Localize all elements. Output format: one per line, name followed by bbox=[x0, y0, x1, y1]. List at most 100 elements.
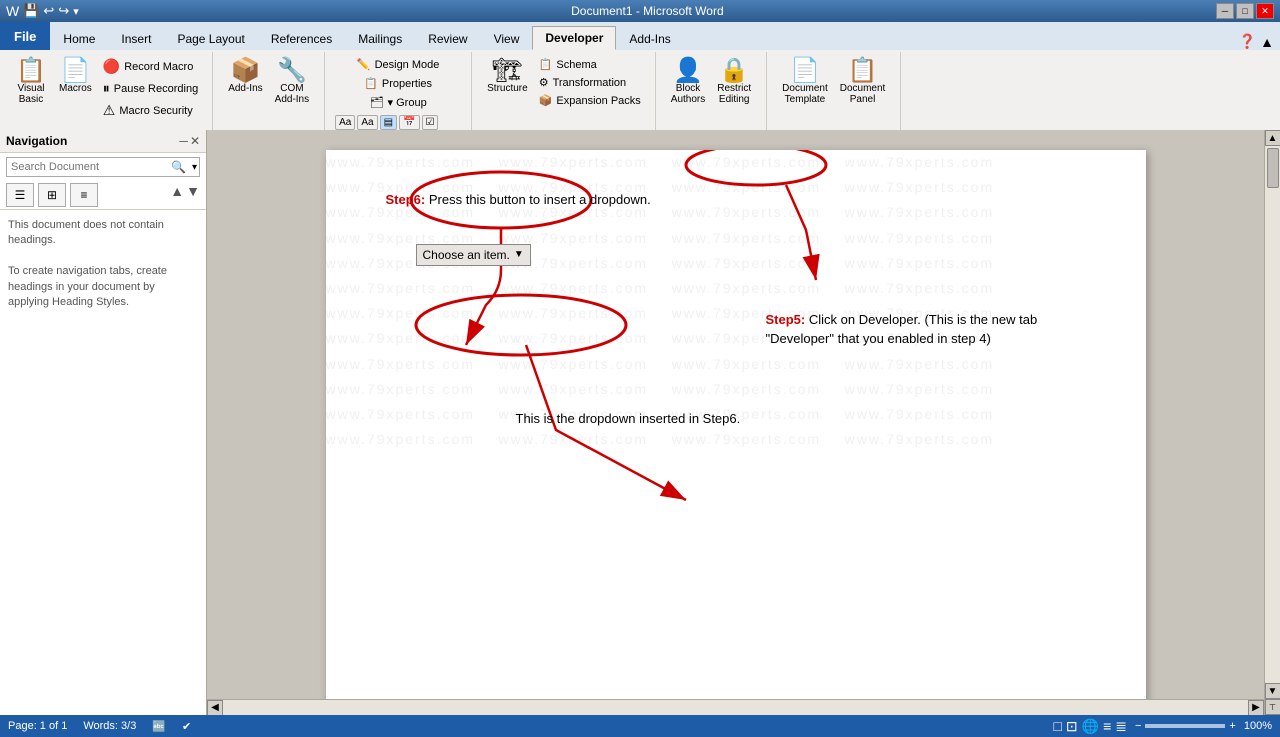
zoom-slider[interactable] bbox=[1145, 724, 1225, 728]
redo-btn[interactable]: ↪ bbox=[58, 3, 69, 19]
dropdown-arrow-icon: ▼ bbox=[514, 249, 524, 260]
com-icon: 🔧 bbox=[277, 59, 307, 83]
scroll-left-button[interactable]: ◀ bbox=[207, 700, 223, 716]
status-bar: Page: 1 of 1 Words: 3/3 🔤 ✔ □ ⊡ 🌐 ≡ ≣ − … bbox=[0, 715, 1280, 737]
tab-pagelayout[interactable]: Page Layout bbox=[164, 26, 257, 50]
zoom-level[interactable]: 100% bbox=[1244, 720, 1272, 732]
search-button[interactable]: 🔍 bbox=[167, 158, 190, 176]
restore-button[interactable]: □ bbox=[1236, 3, 1254, 19]
undo-btn[interactable]: ↩ bbox=[43, 3, 54, 19]
dropdown-container: Choose an item. ▼ bbox=[416, 240, 1086, 270]
macros-button[interactable]: 📄 Macros bbox=[54, 56, 97, 97]
text-control-button[interactable]: Aa bbox=[335, 115, 355, 130]
nav-up-arrow[interactable]: ▲ bbox=[170, 183, 184, 207]
group-button[interactable]: 🗂 ▾ Group bbox=[366, 94, 431, 111]
search-dropdown-arrow[interactable]: ▾ bbox=[190, 160, 199, 175]
text-control2-button[interactable]: Aa bbox=[357, 115, 377, 130]
tab-file[interactable]: File bbox=[0, 22, 50, 50]
tab-review[interactable]: Review bbox=[415, 26, 480, 50]
tab-insert[interactable]: Insert bbox=[108, 26, 164, 50]
transformation-icon: ⚙ bbox=[539, 76, 549, 89]
step6-line: Step6: Press this button to insert a dro… bbox=[386, 190, 1086, 210]
save-btn[interactable]: 💾 bbox=[23, 3, 39, 19]
document-panel-icon: 📋 bbox=[848, 59, 878, 83]
visual-basic-button[interactable]: 📋 VisualBasic bbox=[10, 56, 52, 108]
tab-references[interactable]: References bbox=[258, 26, 345, 50]
search-document-input[interactable] bbox=[7, 159, 167, 175]
document-page: www.79xperts.com www.79xperts.com www.79… bbox=[326, 150, 1146, 715]
full-screen-btn[interactable]: ⊡ bbox=[1066, 718, 1078, 735]
tab-developer[interactable]: Developer bbox=[532, 26, 616, 50]
step6-text: Press this button to insert a dropdown. bbox=[429, 192, 651, 207]
transformation-button[interactable]: ⚙ Transformation bbox=[535, 74, 645, 91]
tab-home[interactable]: Home bbox=[50, 26, 108, 50]
language-info: 🔤 bbox=[152, 720, 166, 733]
com-add-ins-button[interactable]: 🔧 COMAdd-Ins bbox=[270, 56, 314, 108]
outline-btn[interactable]: ≡ bbox=[1103, 718, 1111, 735]
print-layout-btn[interactable]: □ bbox=[1053, 718, 1061, 735]
quick-access-toolbar: W 💾 ↩ ↪ ▾ bbox=[6, 3, 79, 19]
ribbon-tabs: File Home Insert Page Layout References … bbox=[0, 22, 1280, 50]
dropdown-control-button[interactable]: ▤ bbox=[380, 115, 397, 130]
schema-icon: 📋 bbox=[539, 58, 553, 71]
macros-icon: 📄 bbox=[60, 59, 90, 83]
add-ins-button[interactable]: 📦 Add-Ins bbox=[223, 56, 267, 97]
nav-pane-header: Navigation ─ ✕ bbox=[0, 130, 206, 153]
view-ruler-button[interactable]: ⊤ bbox=[1265, 699, 1280, 715]
h-scroll-track bbox=[223, 700, 1248, 715]
nav-pages-view[interactable]: ⊞ bbox=[38, 183, 66, 207]
step5-text: Click on Developer. (This is the new tab… bbox=[766, 312, 1038, 347]
restrict-editing-icon: 🔒 bbox=[719, 59, 749, 83]
block-authors-button[interactable]: 👤 BlockAuthors bbox=[666, 56, 710, 108]
expansion-packs-button[interactable]: 📦 Expansion Packs bbox=[535, 92, 645, 109]
window-controls: ─ □ ✕ bbox=[1216, 3, 1274, 19]
help-icon[interactable]: ❓ bbox=[1239, 33, 1256, 50]
document-panel-button[interactable]: 📋 DocumentPanel bbox=[835, 56, 891, 108]
nav-minimize-button[interactable]: ─ bbox=[179, 134, 188, 148]
step6-label: Step6: bbox=[386, 192, 426, 207]
record-macro-button[interactable]: 🔴 Record Macro bbox=[99, 56, 202, 77]
record-icon: 🔴 bbox=[103, 58, 120, 75]
vertical-scrollbar: ▲ ▼ ⊤ bbox=[1264, 130, 1280, 715]
zoom-out-button[interactable]: − bbox=[1135, 720, 1141, 732]
status-right: □ ⊡ 🌐 ≡ ≣ − + 100% bbox=[1053, 718, 1272, 735]
schema-button[interactable]: 📋 Schema bbox=[535, 56, 645, 73]
pause-recording-button[interactable]: ⏸ Pause Recording bbox=[99, 78, 202, 99]
nav-pane-title: Navigation bbox=[6, 134, 67, 148]
dropdown-control[interactable]: Choose an item. ▼ bbox=[416, 244, 531, 266]
tab-view[interactable]: View bbox=[481, 26, 533, 50]
tab-addins[interactable]: Add-Ins bbox=[616, 26, 683, 50]
close-button[interactable]: ✕ bbox=[1256, 3, 1274, 19]
properties-button[interactable]: 📋 Properties bbox=[360, 75, 436, 92]
restrict-editing-button[interactable]: 🔒 RestrictEditing bbox=[712, 56, 756, 108]
design-mode-button[interactable]: ✏️ Design Mode bbox=[353, 56, 444, 73]
dropdown-label: Choose an item. bbox=[423, 248, 510, 262]
minimize-ribbon-icon[interactable]: ▲ bbox=[1260, 34, 1274, 50]
tab-mailings[interactable]: Mailings bbox=[345, 26, 415, 50]
scroll-up-button[interactable]: ▲ bbox=[1265, 130, 1280, 146]
nav-view-buttons: ☰ ⊞ ≡ ▲ ▼ bbox=[0, 181, 206, 210]
zoom-in-button[interactable]: + bbox=[1229, 720, 1235, 732]
macro-security-button[interactable]: ⚠ Macro Security bbox=[99, 100, 202, 121]
zoom-control: − + 100% bbox=[1135, 720, 1272, 732]
scroll-track bbox=[1265, 146, 1280, 683]
nav-results-view[interactable]: ≡ bbox=[70, 183, 98, 207]
shield-icon: ⚠ bbox=[103, 102, 116, 119]
nav-down-arrow[interactable]: ▼ bbox=[186, 183, 200, 207]
draft-btn[interactable]: ≣ bbox=[1115, 718, 1127, 735]
view-buttons: □ ⊡ 🌐 ≡ ≣ bbox=[1053, 718, 1127, 735]
minimize-button[interactable]: ─ bbox=[1216, 3, 1234, 19]
scroll-thumb[interactable] bbox=[1267, 148, 1279, 188]
scroll-right-button[interactable]: ▶ bbox=[1248, 700, 1264, 716]
block-authors-icon: 👤 bbox=[673, 59, 703, 83]
scroll-down-button[interactable]: ▼ bbox=[1265, 683, 1280, 699]
document-template-button[interactable]: 📄 DocumentTemplate bbox=[777, 56, 833, 108]
nav-close-button[interactable]: ✕ bbox=[190, 134, 200, 148]
step5-label: Step5: bbox=[766, 312, 806, 327]
structure-button[interactable]: 🏗 Structure bbox=[482, 56, 533, 97]
web-layout-btn[interactable]: 🌐 bbox=[1082, 718, 1099, 735]
date-control-button[interactable]: 📅 bbox=[399, 115, 419, 130]
checkbox-button[interactable]: ☑ bbox=[422, 115, 439, 130]
nav-headings-view[interactable]: ☰ bbox=[6, 183, 34, 207]
structure-icon: 🏗 bbox=[492, 59, 522, 83]
